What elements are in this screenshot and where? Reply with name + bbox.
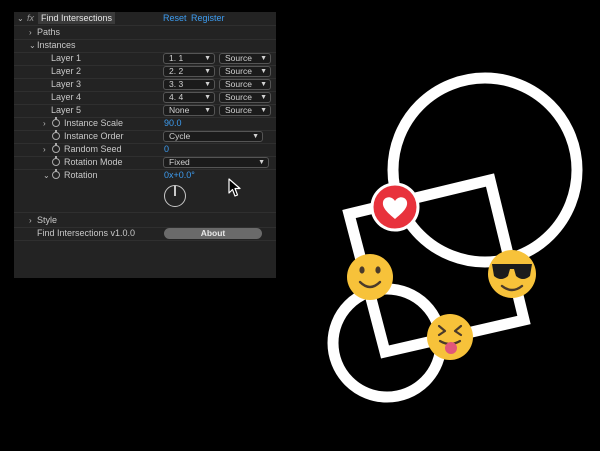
composition-artwork [327, 72, 583, 403]
sunglasses-emoji [488, 250, 536, 298]
smiley-emoji [347, 254, 393, 300]
heart-emoji [370, 182, 420, 232]
tongue-emoji [427, 314, 473, 360]
large-circle [387, 72, 583, 268]
